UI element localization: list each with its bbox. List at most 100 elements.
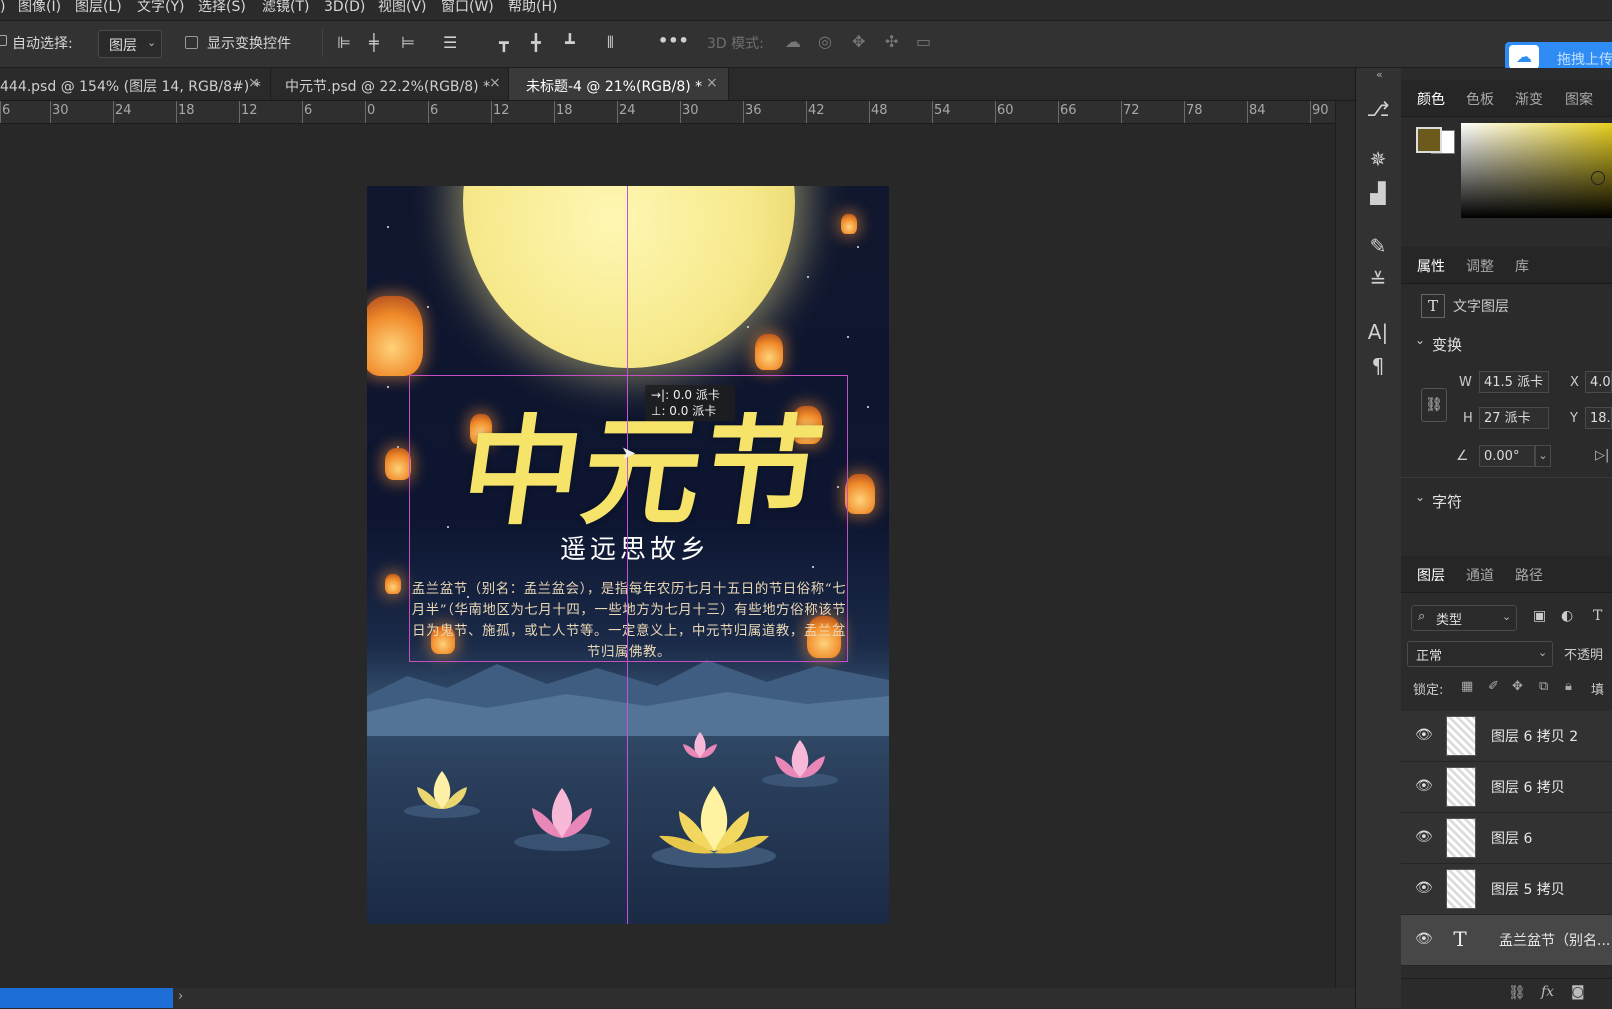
layer-row[interactable]: 👁︎ 图层 6 拷贝 2 [1401,711,1612,762]
lock-paint-icon[interactable]: ✐ [1488,679,1499,694]
adjust-icon[interactable]: ≚ [1364,266,1392,294]
link-layers-icon[interactable]: ⛓ [1508,985,1526,1001]
tab-channels[interactable]: 通道 [1466,565,1494,585]
angle-field[interactable]: 0.00° [1479,445,1535,467]
character-icon[interactable]: A| [1364,318,1392,346]
menu-image[interactable]: 图像(I) [18,0,61,14]
blend-mode-dropdown[interactable]: 正常 ⌄ [1407,641,1553,667]
tab-zhongyuanjie[interactable]: 中元节.psd @ 22.2%(RGB/8) * × [271,68,509,100]
3d-pan-icon[interactable]: ✥ [852,34,865,50]
lock-all-icon[interactable]: 🔒︎ [1565,679,1572,694]
tab-paths[interactable]: 路径 [1515,565,1543,585]
chevron-down-icon[interactable]: ⌄ [1415,490,1425,504]
tab-color[interactable]: 颜色 [1417,89,1445,109]
menu-3d[interactable]: 3D(D) [324,0,365,14]
lock-position-icon[interactable]: ✥ [1512,679,1523,694]
close-icon[interactable]: × [706,75,718,91]
lock-artboard-icon[interactable]: ⧉ [1539,679,1548,694]
lock-transparent-icon[interactable]: ▦ [1461,679,1473,694]
chevron-down-icon: ⌄ [1502,610,1512,623]
character-section-title: 字符 [1432,493,1463,511]
align-vcenter-icon[interactable]: ╋ [531,35,541,51]
eye-icon[interactable]: 👁︎ [1415,829,1433,845]
x-field[interactable]: 4.06 [1585,371,1612,393]
menu-filter[interactable]: 滤镜(T) [262,0,309,14]
text-bounding-box[interactable] [409,375,848,662]
layer-row[interactable]: 👁︎ 图层 6 [1401,813,1612,864]
tab-layers[interactable]: 图层 [1417,565,1445,585]
menu-window[interactable]: 窗口(W) [441,0,494,14]
eye-icon[interactable]: 👁︎ [1415,727,1433,743]
color-picker-field[interactable] [1461,123,1612,218]
tab-libraries[interactable]: 库 [1515,256,1529,276]
eye-icon[interactable]: 👁︎ [1415,880,1433,896]
tab-properties[interactable]: 属性 [1417,256,1445,276]
align-left-icon[interactable]: ⊫ [337,35,351,51]
tab-patterns[interactable]: 图案 [1565,89,1593,109]
height-field[interactable]: 27 派卡 [1479,407,1549,429]
progress-bar [0,988,173,1008]
type-filter-icon[interactable]: T [1593,608,1602,624]
vertical-scrollbar[interactable] [1335,101,1356,988]
adjustment-filter-icon[interactable]: ◐ [1561,608,1573,624]
close-icon[interactable]: × [248,75,260,91]
vertical-guide[interactable] [627,186,628,924]
angle-dropdown-chevron-icon[interactable]: ⌄ [1535,445,1551,467]
show-transform-checkbox[interactable] [185,36,198,49]
tab-444[interactable]: 444.psd @ 154% (图层 14, RGB/8#) * × [0,68,271,100]
chevron-right-icon[interactable]: › [178,989,183,1004]
menu-view[interactable]: 视图(V) [378,0,427,14]
ruler-label: 18 [556,103,573,118]
link-icon[interactable]: ⛓ [1421,388,1447,422]
tab-adjustments[interactable]: 调整 [1466,256,1494,276]
close-icon[interactable]: × [489,75,501,91]
distribute-vertical-icon[interactable]: ☰ [443,35,457,51]
menu-layer[interactable]: 图层(L) [75,0,122,14]
navigator-icon[interactable]: ✵ [1364,145,1392,173]
distribute-horizontal-icon[interactable]: ⫴ [607,35,614,51]
flip-horizontal-icon[interactable]: ▷| [1595,448,1609,463]
layers-panel-tabs: 图层 通道 路径 [1401,556,1612,593]
status-bar: › [0,988,1355,1008]
ruler-label: 78 [1186,103,1203,118]
eye-icon[interactable]: 👁︎ [1415,931,1433,947]
align-hcenter-icon[interactable]: ╪ [369,35,379,51]
foreground-color-swatch[interactable] [1416,127,1442,153]
image-filter-icon[interactable]: ▣ [1533,608,1546,624]
align-right-icon[interactable]: ⊨ [401,35,415,51]
3d-slide-icon[interactable]: ✣ [885,34,898,50]
more-options-icon[interactable]: ••• [658,33,689,49]
align-top-icon[interactable]: ┳ [499,35,509,51]
menu-select[interactable]: 选择(S) [198,0,246,14]
history-icon[interactable]: ⎇ [1364,95,1392,123]
auto-select-dropdown[interactable]: 图层 ⌄ [98,30,162,58]
histogram-icon[interactable]: ▟ [1364,179,1392,207]
chevron-down-icon[interactable]: ⌄ [1415,333,1425,347]
layer-row[interactable]: 👁︎ 图层 5 拷贝 [1401,864,1612,915]
3d-orbit-icon[interactable]: ☁ [785,34,801,50]
tab-untitled-4[interactable]: 未标题-4 @ 21%(RGB/8) * × [509,68,729,100]
brushes-icon[interactable]: ✎ [1364,232,1392,260]
menu-type[interactable]: 文字(Y) [137,0,184,14]
3d-roll-icon[interactable]: ◎ [818,34,832,50]
divider [322,29,323,57]
layer-mask-icon[interactable]: ◙ [1571,984,1585,1000]
eye-icon[interactable]: 👁︎ [1415,778,1433,794]
layer-row[interactable]: 👁︎ 图层 6 拷贝 [1401,762,1612,813]
align-bottom-icon[interactable]: ┻ [565,35,575,51]
layer-filter-dropdown[interactable]: ⌕ 类型 ⌄ [1411,605,1517,631]
auto-select-checkbox[interactable] [0,35,7,46]
layer-row-selected[interactable]: 👁︎ T 孟兰盆节（别名... [1401,915,1612,966]
width-field[interactable]: 41.5 派卡 [1479,371,1549,393]
tab-gradients[interactable]: 渐变 [1515,89,1543,109]
collapse-icon[interactable]: « [1376,68,1383,81]
color-picker-handle[interactable] [1591,171,1605,185]
tab-swatches[interactable]: 色板 [1466,89,1494,109]
paragraph-icon[interactable]: ¶ [1364,352,1392,380]
text-layer-icon: T [1421,294,1445,318]
y-field[interactable]: 18.0 [1585,407,1612,429]
menu-help[interactable]: 帮助(H) [508,0,557,14]
ruler-label: 72 [1123,103,1140,118]
fx-icon[interactable]: fx [1541,984,1554,1000]
3d-scale-icon[interactable]: ▭ [916,34,931,50]
